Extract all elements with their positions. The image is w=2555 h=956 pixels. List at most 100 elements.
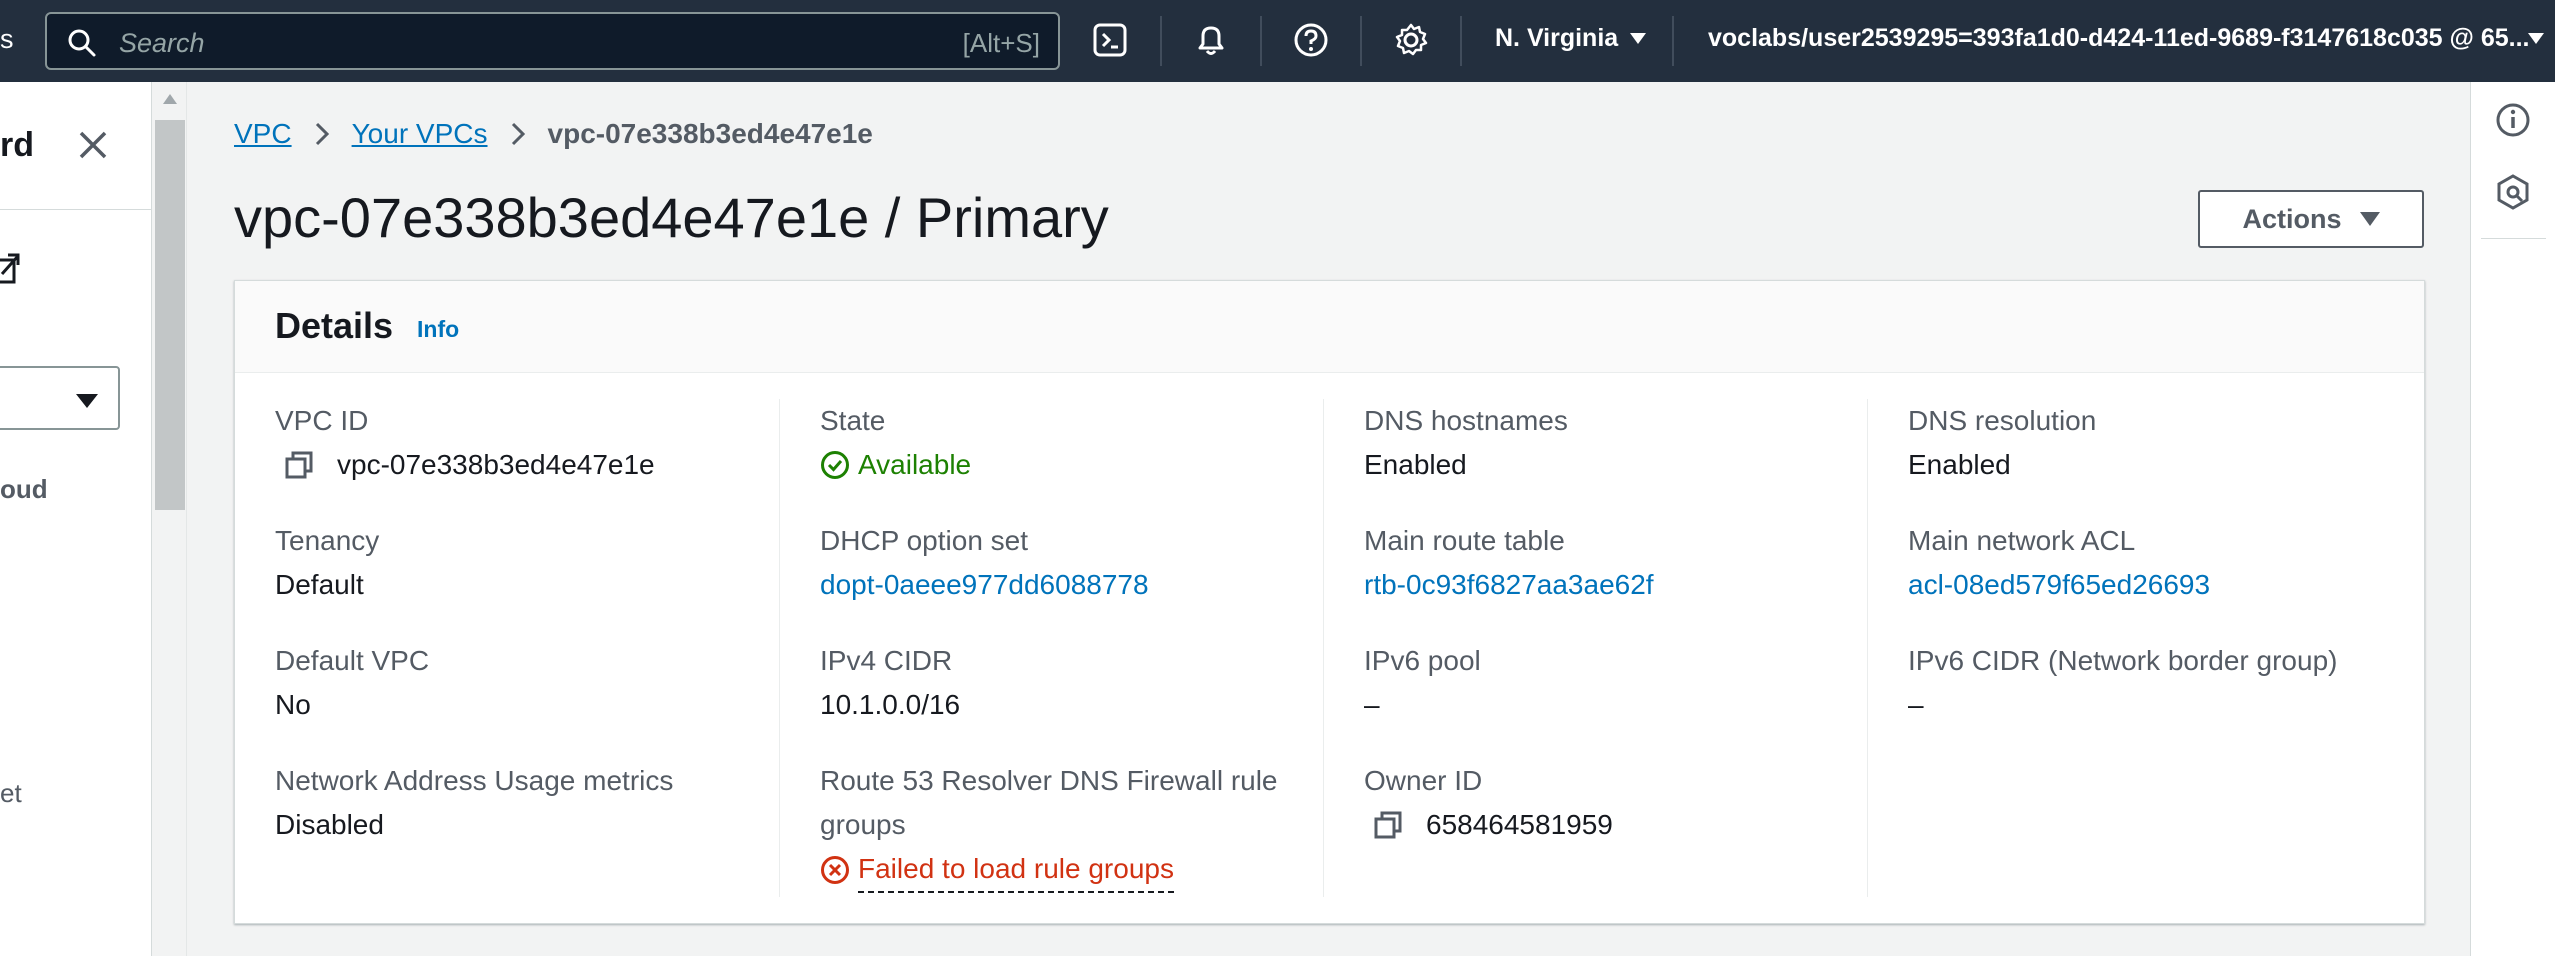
field-value: 658464581959 xyxy=(1364,803,1613,847)
route-table-link[interactable]: rtb-0c93f6827aa3ae62f xyxy=(1364,563,1654,607)
nav-divider xyxy=(1360,16,1362,66)
field-label: DHCP option set xyxy=(820,525,1029,556)
info-link[interactable]: Info xyxy=(417,316,459,343)
help-icon[interactable] xyxy=(1291,20,1331,60)
details-column: State Available DHCP option set dopt-0ae… xyxy=(779,399,1323,897)
field-value: – xyxy=(1364,689,1380,720)
vpc-id-value: vpc-07e338b3ed4e47e1e xyxy=(337,449,655,480)
field-default-vpc: Default VPC No xyxy=(275,639,429,727)
field-label: VPC ID xyxy=(275,405,369,436)
breadcrumb-current: vpc-07e338b3ed4e47e1e xyxy=(547,118,873,149)
search-shortcut: [Alt+S] xyxy=(962,28,1040,58)
field-network-address-usage: Network Address Usage metrics Disabled xyxy=(275,759,673,847)
dhcp-option-set-link[interactable]: dopt-0aeee977dd6088778 xyxy=(820,563,1149,607)
details-column: DNS resolution Enabled Main network ACL … xyxy=(1867,399,2411,897)
details-header: Details Info xyxy=(235,281,2424,373)
details-column: DNS hostnames Enabled Main route table r… xyxy=(1323,399,1867,897)
field-label: DNS resolution xyxy=(1908,405,2097,436)
gear-icon[interactable] xyxy=(1391,20,1431,60)
copy-icon[interactable] xyxy=(283,449,315,481)
services-menu-fragment[interactable]: s xyxy=(0,24,14,55)
field-label: Default VPC xyxy=(275,645,430,676)
bell-icon[interactable] xyxy=(1191,20,1231,60)
search-input[interactable]: Search xyxy=(119,28,205,59)
field-state: State Available xyxy=(820,399,971,487)
field-value: vpc-07e338b3ed4e47e1e xyxy=(275,443,655,487)
account-menu[interactable]: voclabs/user2539295=393fa1d0-d424-11ed-9… xyxy=(1708,24,2548,53)
field-dhcp-option-set: DHCP option set dopt-0aeee977dd6088778 xyxy=(820,519,1149,607)
field-value: Available xyxy=(820,443,971,487)
details-title: Details xyxy=(275,305,394,346)
field-tenancy: Tenancy Default xyxy=(275,519,379,607)
info-icon[interactable] xyxy=(2493,100,2533,140)
field-value: No xyxy=(275,689,311,720)
details-container: Details Info VPC ID vpc-07e338b3ed4e47e1… xyxy=(234,280,2425,924)
panel-section-heading: oud xyxy=(0,474,48,504)
field-label: Main network ACL xyxy=(1908,525,2136,556)
error-message[interactable]: Failed to load rule groups xyxy=(858,847,1174,893)
region-selector[interactable]: N. Virginia xyxy=(1495,24,1647,53)
nav-divider xyxy=(1260,16,1262,66)
search-bar[interactable]: Search [Alt+S] xyxy=(45,12,1060,70)
chevron-down-icon xyxy=(76,394,98,408)
field-main-route-table: Main route table rtb-0c93f6827aa3ae62f xyxy=(1364,519,1654,607)
field-value[interactable]: Failed to load rule groups xyxy=(820,847,1300,893)
field-label: IPv4 CIDR xyxy=(820,645,953,676)
field-label: State xyxy=(820,405,886,436)
field-dns-resolution: DNS resolution Enabled xyxy=(1908,399,2096,487)
chevron-down-icon xyxy=(1630,33,1647,44)
network-acl-link[interactable]: acl-08ed579f65ed26693 xyxy=(1908,563,2210,607)
field-main-network-acl: Main network ACL acl-08ed579f65ed26693 xyxy=(1908,519,2210,607)
field-ipv4-cidr: IPv4 CIDR 10.1.0.0/16 xyxy=(820,639,960,727)
field-value: Enabled xyxy=(1908,449,2011,480)
owner-id-value: 658464581959 xyxy=(1426,809,1613,840)
field-vpc-id: VPC ID vpc-07e338b3ed4e47e1e xyxy=(275,399,655,487)
status-available: Available xyxy=(858,449,972,480)
divider xyxy=(0,209,152,210)
field-label: DNS hostnames xyxy=(1364,405,1568,436)
external-link-icon[interactable] xyxy=(0,252,20,286)
error-circle-icon xyxy=(821,856,849,884)
search-icon xyxy=(68,29,96,57)
top-navigation: s Search [Alt+S] N. Virginia voclabs/use… xyxy=(0,0,2555,82)
chevron-right-icon xyxy=(488,119,548,149)
field-value: 10.1.0.0/16 xyxy=(820,689,961,720)
field-value: Disabled xyxy=(275,809,384,840)
field-label: Owner ID xyxy=(1364,765,1483,796)
breadcrumb-vpc[interactable]: VPC xyxy=(234,118,292,150)
page-title: vpc-07e338b3ed4e47e1e / Primary xyxy=(234,186,1109,249)
field-dns-firewall-rule-groups: Route 53 Resolver DNS Firewall rule grou… xyxy=(820,759,1300,893)
cloudshell-icon[interactable] xyxy=(1090,20,1130,60)
breadcrumb: VPC Your VPCs vpc-07e338b3ed4e47e1e xyxy=(234,118,873,150)
panel-dropdown[interactable] xyxy=(0,366,120,430)
scroll-up-arrow-icon[interactable] xyxy=(163,94,177,104)
nav-divider xyxy=(1460,16,1462,66)
field-label: Tenancy xyxy=(275,525,380,556)
field-value: Default xyxy=(275,569,364,600)
field-owner-id: Owner ID 658464581959 xyxy=(1364,759,1613,847)
divider xyxy=(2481,238,2546,239)
panel-title: rd xyxy=(0,126,34,164)
field-ipv6-cidr: IPv6 CIDR (Network border group) – xyxy=(1908,639,2337,727)
close-icon[interactable] xyxy=(75,127,111,163)
actions-label: Actions xyxy=(2242,203,2342,234)
field-label: Route 53 Resolver DNS Firewall rule grou… xyxy=(820,765,1278,840)
settings-hexagon-icon[interactable] xyxy=(2493,172,2533,212)
chevron-down-icon xyxy=(2528,33,2544,44)
nav-divider xyxy=(1160,16,1162,66)
field-label: IPv6 pool xyxy=(1364,645,1481,676)
panel-list-item[interactable]: et xyxy=(0,778,22,809)
region-label: N. Virginia xyxy=(1495,24,1619,52)
field-dns-hostnames: DNS hostnames Enabled xyxy=(1364,399,1568,487)
field-label: Main route table xyxy=(1364,525,1565,556)
field-value: – xyxy=(1908,689,1924,720)
actions-button[interactable]: Actions xyxy=(2198,190,2424,248)
panel-scrollbar[interactable] xyxy=(152,82,187,956)
scrollbar-thumb[interactable] xyxy=(155,120,185,510)
check-circle-icon xyxy=(821,451,849,479)
right-tools-rail xyxy=(2470,82,2555,956)
copy-icon[interactable] xyxy=(1372,809,1404,841)
nav-divider xyxy=(1672,16,1674,66)
breadcrumb-your-vpcs[interactable]: Your VPCs xyxy=(352,118,488,150)
field-label: IPv6 CIDR (Network border group) xyxy=(1908,645,2338,676)
